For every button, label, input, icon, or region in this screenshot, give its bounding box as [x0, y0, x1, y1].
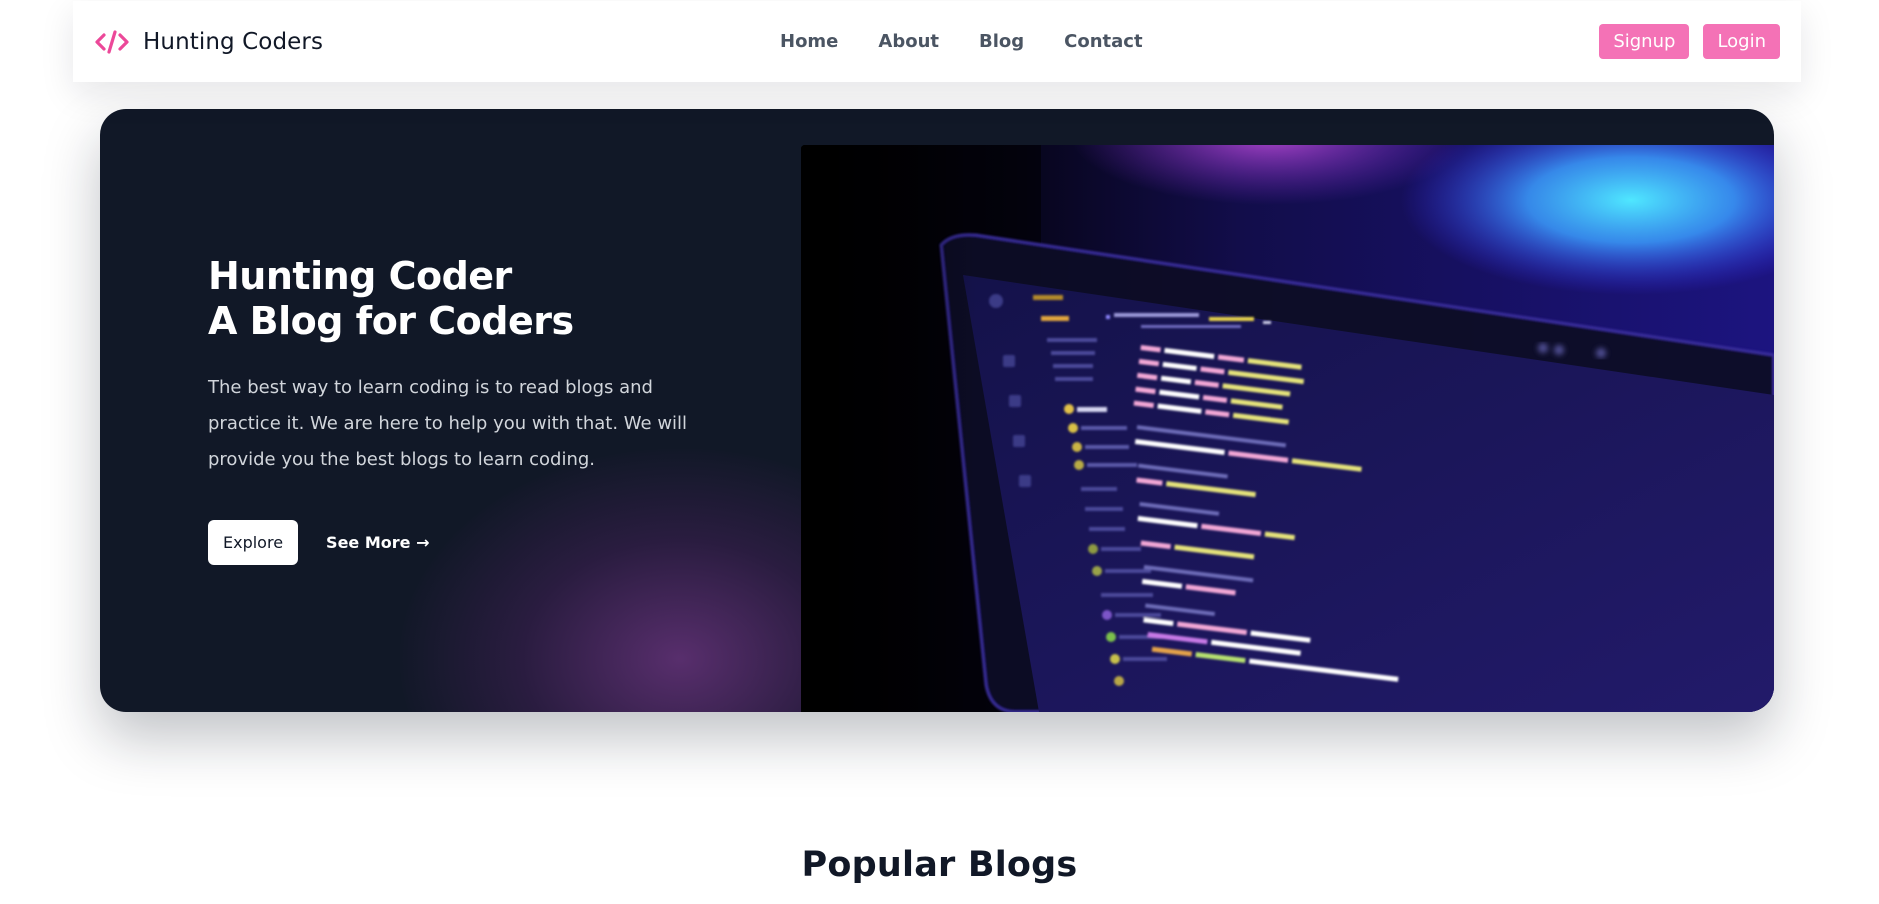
popular-blogs-heading: Popular Blogs — [801, 845, 1078, 885]
nav-link-home[interactable]: Home — [780, 31, 838, 52]
nav-link-blog[interactable]: Blog — [979, 31, 1024, 52]
signup-button[interactable]: Signup — [1599, 24, 1690, 59]
brand-logo-link[interactable]: Hunting Coders — [95, 1, 323, 82]
brand-name: Hunting Coders — [143, 28, 324, 55]
see-more-link[interactable]: See More → — [326, 533, 429, 552]
hero-description: The best way to learn coding is to read … — [208, 377, 688, 470]
hero-title: Hunting Coder A Blog for Coders — [208, 254, 728, 344]
explore-button[interactable]: Explore — [208, 520, 299, 565]
laptop-code-editor-image — [801, 145, 1774, 712]
code-brackets-icon — [95, 29, 129, 54]
hero-buttons: Explore See More → — [208, 520, 728, 565]
main-nav: Home About Blog Contact — [780, 1, 1143, 82]
nav-link-about[interactable]: About — [878, 31, 939, 52]
hero-title-line1: Hunting Coder — [208, 254, 512, 298]
navbar: Hunting Coders Home About Blog Contact S… — [73, 1, 1801, 82]
hero-content: Hunting Coder A Blog for Coders The best… — [208, 254, 728, 565]
hero-section: Hunting Coder A Blog for Coders The best… — [100, 109, 1774, 712]
page: Hunting Coders Home About Blog Contact S… — [0, 0, 1879, 904]
hero-title-line2: A Blog for Coders — [208, 299, 574, 343]
nav-link-contact[interactable]: Contact — [1064, 31, 1142, 52]
auth-actions: Signup Login — [1599, 1, 1780, 82]
login-button[interactable]: Login — [1703, 24, 1780, 59]
